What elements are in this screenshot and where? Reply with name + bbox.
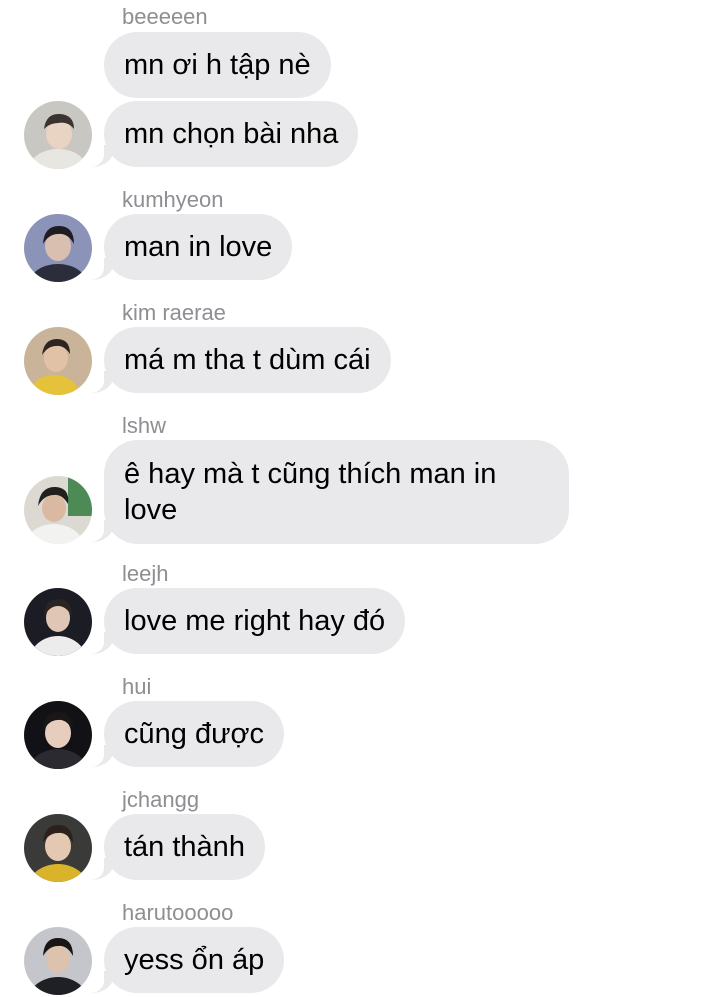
message-bubble[interactable]: ê hay mà t cũng thích man in love	[104, 440, 569, 544]
avatar[interactable]	[24, 327, 92, 395]
message-bubble[interactable]: cũng được	[104, 701, 285, 767]
message-bubble[interactable]: mn chọn bài nha	[104, 101, 359, 167]
sender-name: lshw	[122, 413, 167, 438]
avatar[interactable]	[24, 701, 92, 769]
avatar-photo-icon	[24, 214, 92, 282]
bubble-tail	[82, 254, 114, 280]
bubble-tail	[82, 628, 114, 654]
avatar-photo-icon	[24, 927, 92, 995]
sender-name: beeeeen	[122, 4, 208, 29]
avatar[interactable]	[24, 927, 92, 995]
avatar-photo-icon	[24, 327, 92, 395]
avatar[interactable]	[24, 476, 92, 544]
avatar-photo-icon	[24, 588, 92, 656]
bubble-tail	[82, 741, 114, 767]
message-bubble[interactable]: yess ổn áp	[104, 927, 285, 993]
avatar-photo-icon	[24, 101, 92, 169]
message-bubble[interactable]: love me right hay đó	[104, 588, 406, 654]
sender-name: jchangg	[122, 787, 200, 812]
sender-name: harutooooo	[122, 900, 234, 925]
avatar[interactable]	[24, 214, 92, 282]
message-bubble[interactable]: má m tha t dùm cái	[104, 327, 391, 393]
bubble-tail	[82, 516, 114, 542]
avatar[interactable]	[24, 101, 92, 169]
group-chat-thread: beeeeen mn ơi h tập nè mn chọn bài nha k…	[0, 0, 720, 997]
sender-name: hui	[122, 674, 152, 699]
avatar-photo-icon	[24, 476, 92, 544]
avatar[interactable]	[24, 588, 92, 656]
sender-name: leejh	[122, 561, 169, 586]
sender-name: kim raerae	[122, 300, 226, 325]
avatar-photo-icon	[24, 701, 92, 769]
message-bubble[interactable]: mn ơi h tập nè	[104, 32, 331, 98]
bubble-tail	[82, 141, 114, 167]
bubble-tail	[82, 967, 114, 993]
message-bubble[interactable]: man in love	[104, 214, 293, 280]
message-bubble[interactable]: tán thành	[104, 814, 265, 880]
sender-name: kumhyeon	[122, 187, 224, 212]
avatar[interactable]	[24, 814, 92, 882]
avatar-photo-icon	[24, 814, 92, 882]
bubble-tail	[82, 367, 114, 393]
bubble-tail	[82, 854, 114, 880]
